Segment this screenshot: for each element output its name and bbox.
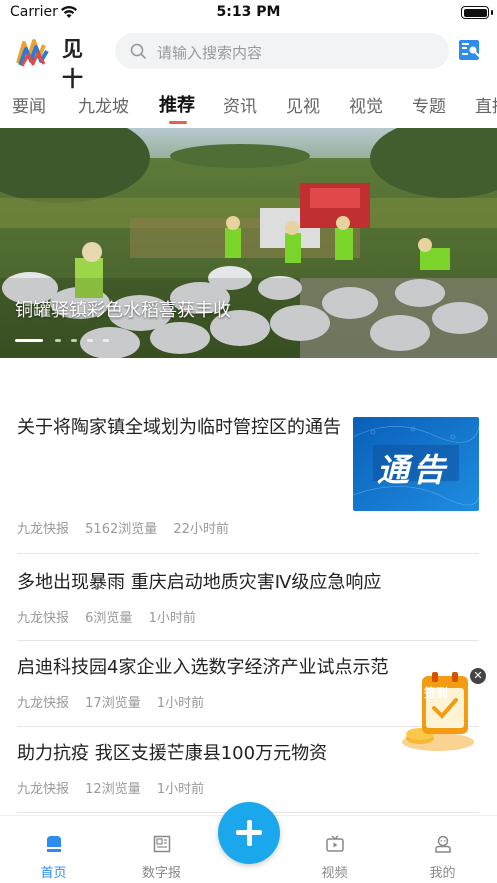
news-views: 12浏览量: [85, 782, 141, 797]
divider: [17, 553, 479, 554]
app-header: 见十 请输入搜索内容: [0, 26, 497, 91]
nav-mine[interactable]: 我的: [393, 816, 492, 883]
banner-title: 铜罐驿镇彩色水稻喜获丰收: [15, 300, 231, 321]
news-views: 17浏览量: [85, 696, 141, 711]
carousel-dot[interactable]: [87, 339, 93, 342]
active-tab-indicator: [169, 121, 187, 124]
tab-recommend[interactable]: 推荐: [159, 91, 195, 117]
publish-plus-button[interactable]: [218, 802, 280, 864]
tab-visual[interactable]: 视觉: [349, 92, 383, 117]
profile-card-icon[interactable]: [458, 38, 482, 62]
news-time: 1小时前: [156, 696, 205, 711]
news-source: 九龙快报: [17, 611, 70, 626]
search-placeholder: 请输入搜索内容: [157, 44, 263, 62]
nav-label: 我的: [429, 866, 456, 881]
battery-icon: [461, 6, 493, 19]
tab-news[interactable]: 资讯: [223, 92, 257, 117]
news-meta: 九龙快报 5162浏览量 22小时前: [17, 518, 241, 537]
channel-tabs: 要闻 九龙坡 推荐 资讯 见视 视觉 专题 直播: [0, 80, 497, 128]
featured-banner[interactable]: 铜罐驿镇彩色水稻喜获丰收: [0, 128, 497, 358]
divider: [17, 640, 479, 641]
carousel-dot[interactable]: [55, 339, 61, 342]
user-icon: [435, 835, 451, 853]
banner-image: [0, 128, 497, 358]
app-logo[interactable]: 见十: [16, 33, 100, 91]
news-title: 多地出现暴雨 重庆启动地质灾害Ⅳ级应急响应: [17, 572, 382, 593]
news-title: 关于将陶家镇全域划为临时管控区的通告: [17, 417, 341, 438]
news-time: 1小时前: [156, 782, 205, 797]
nav-label: 首页: [40, 866, 67, 881]
logo-mark-icon: [16, 39, 49, 67]
news-thumbnail[interactable]: 通告: [353, 417, 479, 511]
tab-topics[interactable]: 专题: [412, 92, 446, 117]
nav-label: 视频: [321, 866, 348, 881]
news-time: 22小时前: [173, 522, 229, 537]
nav-video[interactable]: 视频: [285, 816, 384, 883]
tab-live[interactable]: 直播: [475, 92, 497, 117]
tab-jianshi[interactable]: 见视: [286, 92, 320, 117]
carousel-dot[interactable]: [71, 339, 77, 342]
nav-home[interactable]: 首页: [4, 816, 103, 883]
carousel-dot[interactable]: [103, 339, 109, 342]
news-meta: 九龙快报 12浏览量 1小时前: [17, 778, 216, 797]
nav-label: 数字报: [141, 866, 181, 881]
close-icon[interactable]: ✕: [470, 668, 486, 684]
status-bar: Carrier 5:13 PM: [0, 0, 497, 26]
news-source: 九龙快报: [17, 782, 70, 797]
news-source: 九龙快报: [17, 696, 70, 711]
tab-yaowen[interactable]: 要闻: [12, 92, 46, 117]
news-meta: 九龙快报 6浏览量 1小时前: [17, 607, 208, 626]
thumbnail-text: 通告: [377, 451, 450, 489]
news-item[interactable]: 多地出现暴雨 重庆启动地质灾害Ⅳ级应急响应 九龙快报 6浏览量 1小时前: [17, 569, 479, 639]
news-time: 1小时前: [148, 611, 196, 626]
news-meta: 九龙快报 17浏览量 1小时前: [17, 692, 216, 711]
newspaper-icon: [153, 835, 171, 853]
carousel-dot[interactable]: [15, 339, 43, 342]
home-icon: [47, 836, 61, 852]
search-icon: [130, 43, 146, 59]
clock: 5:13 PM: [216, 4, 281, 20]
signin-label: 签到: [424, 686, 449, 700]
nav-digital-paper[interactable]: 数字报: [112, 816, 211, 883]
tv-icon: [326, 835, 344, 852]
news-views: 5162浏览量: [85, 522, 158, 537]
news-source: 九龙快报: [17, 522, 70, 537]
tab-jiulongpo[interactable]: 九龙坡: [78, 92, 129, 117]
search-input[interactable]: 请输入搜索内容: [115, 33, 449, 69]
news-views: 6浏览量: [85, 611, 133, 626]
